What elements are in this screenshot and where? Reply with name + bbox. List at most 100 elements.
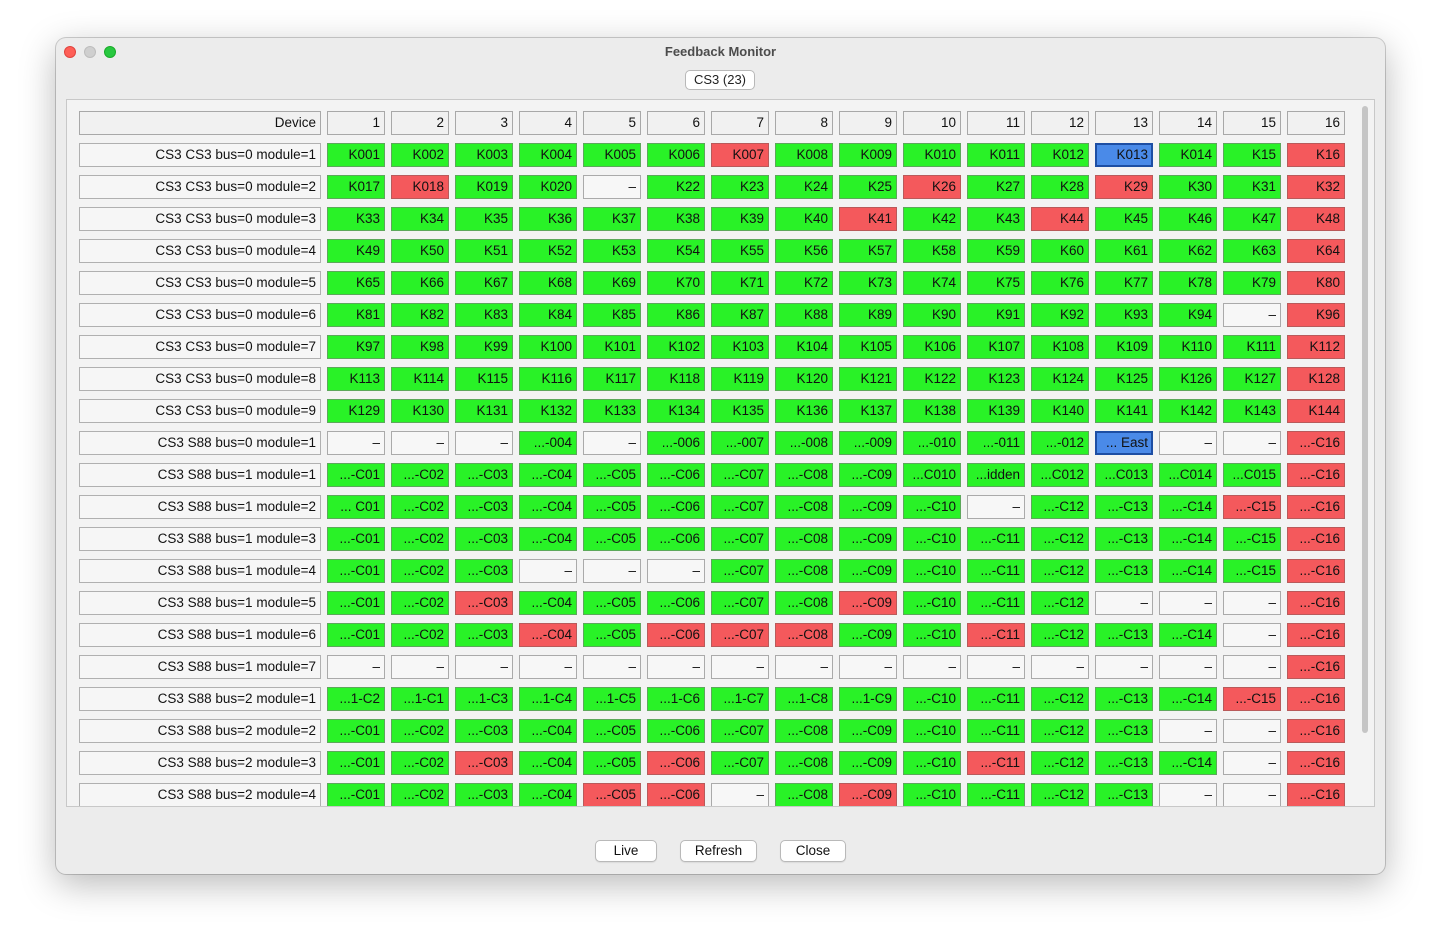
sensor-cell[interactable]: ...-C10 bbox=[903, 559, 961, 583]
sensor-cell[interactable]: K131 bbox=[455, 399, 513, 423]
tab-cs3[interactable]: CS3 (23) bbox=[685, 70, 755, 90]
sensor-cell[interactable]: ...-008 bbox=[775, 431, 833, 455]
sensor-cell[interactable]: ...-C14 bbox=[1159, 687, 1217, 711]
sensor-cell[interactable]: – bbox=[1159, 591, 1217, 615]
sensor-cell[interactable]: ...-C03 bbox=[455, 751, 513, 775]
sensor-cell[interactable]: ...-C15 bbox=[1223, 495, 1281, 519]
sensor-cell[interactable]: K127 bbox=[1223, 367, 1281, 391]
sensor-cell[interactable]: K005 bbox=[583, 143, 641, 167]
column-header-6[interactable]: 6 bbox=[647, 111, 705, 135]
sensor-cell[interactable]: – bbox=[1095, 655, 1153, 679]
sensor-cell[interactable]: ...-C16 bbox=[1287, 783, 1345, 806]
sensor-cell[interactable]: K46 bbox=[1159, 207, 1217, 231]
sensor-cell[interactable]: K77 bbox=[1095, 271, 1153, 295]
sensor-cell[interactable]: – bbox=[1223, 751, 1281, 775]
sensor-cell[interactable]: ...-C09 bbox=[839, 719, 897, 743]
sensor-cell[interactable]: ...-C01 bbox=[327, 591, 385, 615]
sensor-cell[interactable]: K80 bbox=[1287, 271, 1345, 295]
sensor-cell[interactable]: K142 bbox=[1159, 399, 1217, 423]
sensor-cell[interactable]: K103 bbox=[711, 335, 769, 359]
sensor-cell[interactable]: – bbox=[967, 495, 1025, 519]
sensor-cell[interactable]: ...-C05 bbox=[583, 623, 641, 647]
device-name-cell[interactable]: CS3 S88 bus=0 module=1 bbox=[79, 431, 321, 455]
sensor-cell[interactable]: ...-C12 bbox=[1031, 751, 1089, 775]
sensor-cell[interactable]: K76 bbox=[1031, 271, 1089, 295]
sensor-cell[interactable]: ...-012 bbox=[1031, 431, 1089, 455]
column-header-15[interactable]: 15 bbox=[1223, 111, 1281, 135]
sensor-cell[interactable]: ...-C02 bbox=[391, 463, 449, 487]
sensor-cell[interactable]: ...-C01 bbox=[327, 623, 385, 647]
device-name-cell[interactable]: CS3 CS3 bus=0 module=3 bbox=[79, 207, 321, 231]
sensor-cell[interactable]: ...-C16 bbox=[1287, 687, 1345, 711]
sensor-cell[interactable]: ...-C02 bbox=[391, 719, 449, 743]
sensor-cell[interactable]: K90 bbox=[903, 303, 961, 327]
device-name-cell[interactable]: CS3 CS3 bus=0 module=7 bbox=[79, 335, 321, 359]
sensor-cell[interactable]: ...-C16 bbox=[1287, 591, 1345, 615]
sensor-cell[interactable]: ...-C12 bbox=[1031, 719, 1089, 743]
sensor-cell[interactable]: K99 bbox=[455, 335, 513, 359]
sensor-cell[interactable]: K70 bbox=[647, 271, 705, 295]
sensor-cell[interactable]: ...-C13 bbox=[1095, 623, 1153, 647]
sensor-cell[interactable]: K35 bbox=[455, 207, 513, 231]
sensor-cell[interactable]: K014 bbox=[1159, 143, 1217, 167]
sensor-cell[interactable]: K001 bbox=[327, 143, 385, 167]
sensor-cell[interactable]: ...-C12 bbox=[1031, 559, 1089, 583]
sensor-cell[interactable]: K019 bbox=[455, 175, 513, 199]
sensor-cell[interactable]: ...1-C1 bbox=[391, 687, 449, 711]
sensor-cell[interactable]: K93 bbox=[1095, 303, 1153, 327]
sensor-cell[interactable]: ...-C13 bbox=[1095, 495, 1153, 519]
sensor-cell[interactable]: ...idden bbox=[967, 463, 1025, 487]
sensor-cell[interactable]: ...-C11 bbox=[967, 751, 1025, 775]
sensor-cell[interactable]: ...-C11 bbox=[967, 719, 1025, 743]
sensor-cell[interactable]: K020 bbox=[519, 175, 577, 199]
sensor-cell[interactable]: K64 bbox=[1287, 239, 1345, 263]
sensor-cell[interactable]: K128 bbox=[1287, 367, 1345, 391]
sensor-cell[interactable]: K86 bbox=[647, 303, 705, 327]
sensor-cell[interactable]: ...C013 bbox=[1095, 463, 1153, 487]
sensor-cell[interactable]: ...-C02 bbox=[391, 751, 449, 775]
sensor-cell[interactable]: – bbox=[583, 431, 641, 455]
sensor-cell[interactable]: K123 bbox=[967, 367, 1025, 391]
sensor-cell[interactable]: ...-C16 bbox=[1287, 719, 1345, 743]
sensor-cell[interactable]: ... C01 bbox=[327, 495, 385, 519]
sensor-cell[interactable]: ...-C03 bbox=[455, 783, 513, 806]
sensor-cell[interactable]: K97 bbox=[327, 335, 385, 359]
sensor-cell[interactable]: K43 bbox=[967, 207, 1025, 231]
sensor-cell[interactable]: K34 bbox=[391, 207, 449, 231]
sensor-cell[interactable]: – bbox=[711, 783, 769, 806]
column-header-14[interactable]: 14 bbox=[1159, 111, 1217, 135]
sensor-cell[interactable]: K75 bbox=[967, 271, 1025, 295]
sensor-cell[interactable]: ...-C16 bbox=[1287, 655, 1345, 679]
column-header-13[interactable]: 13 bbox=[1095, 111, 1153, 135]
sensor-cell[interactable]: K16 bbox=[1287, 143, 1345, 167]
sensor-cell[interactable]: K24 bbox=[775, 175, 833, 199]
sensor-cell[interactable]: K010 bbox=[903, 143, 961, 167]
sensor-cell[interactable]: K144 bbox=[1287, 399, 1345, 423]
sensor-cell[interactable]: ...-C02 bbox=[391, 783, 449, 806]
sensor-cell[interactable]: K33 bbox=[327, 207, 385, 231]
sensor-cell[interactable]: ...-C12 bbox=[1031, 783, 1089, 806]
sensor-cell[interactable]: ...-C05 bbox=[583, 719, 641, 743]
sensor-cell[interactable]: ...-C09 bbox=[839, 527, 897, 551]
sensor-cell[interactable]: ...-C01 bbox=[327, 463, 385, 487]
sensor-cell[interactable]: K006 bbox=[647, 143, 705, 167]
sensor-cell[interactable]: ...-C09 bbox=[839, 751, 897, 775]
sensor-cell[interactable]: – bbox=[1095, 591, 1153, 615]
sensor-cell[interactable]: ...-C06 bbox=[647, 623, 705, 647]
sensor-cell[interactable]: – bbox=[391, 655, 449, 679]
sensor-cell[interactable]: ...-011 bbox=[967, 431, 1025, 455]
column-header-7[interactable]: 7 bbox=[711, 111, 769, 135]
device-name-cell[interactable]: CS3 S88 bus=1 module=1 bbox=[79, 463, 321, 487]
sensor-cell[interactable]: ...-C07 bbox=[711, 463, 769, 487]
sensor-cell[interactable]: ...-C12 bbox=[1031, 591, 1089, 615]
sensor-cell[interactable]: K101 bbox=[583, 335, 641, 359]
sensor-cell[interactable]: ...-C09 bbox=[839, 783, 897, 806]
sensor-cell[interactable]: ...-C08 bbox=[775, 751, 833, 775]
sensor-cell[interactable]: – bbox=[455, 655, 513, 679]
sensor-cell[interactable]: ...-C02 bbox=[391, 495, 449, 519]
sensor-cell[interactable]: ...-C16 bbox=[1287, 623, 1345, 647]
column-header-2[interactable]: 2 bbox=[391, 111, 449, 135]
sensor-cell[interactable]: K009 bbox=[839, 143, 897, 167]
sensor-cell[interactable]: K120 bbox=[775, 367, 833, 391]
sensor-cell[interactable]: ...-C14 bbox=[1159, 751, 1217, 775]
